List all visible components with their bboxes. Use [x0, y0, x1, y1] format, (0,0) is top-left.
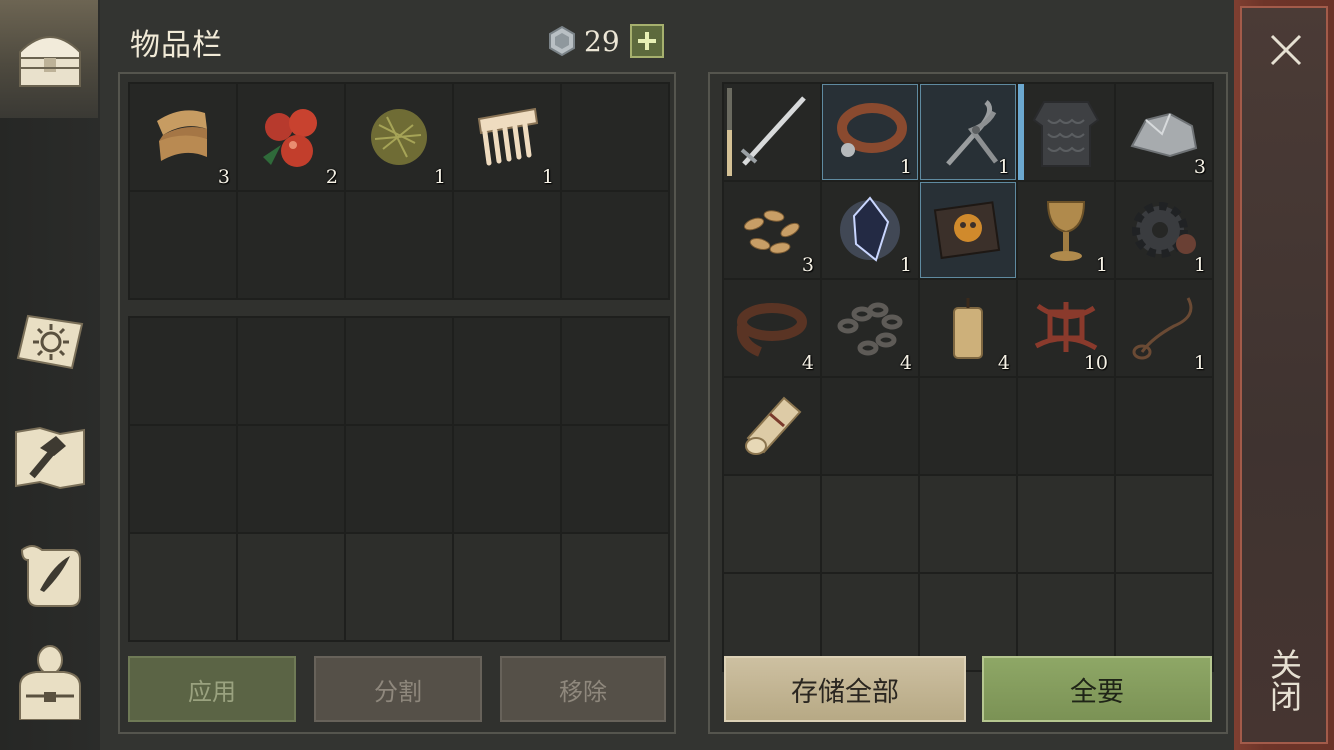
- empty-slot[interactable]: [1116, 378, 1212, 474]
- empty-slot[interactable]: [920, 378, 1016, 474]
- empty-slot[interactable]: [346, 534, 452, 640]
- storage-grid: 1 1 3 3 1 1 1 4 4 4 10 1: [722, 82, 1214, 672]
- empty-slot[interactable]: [724, 476, 820, 572]
- empty-slot[interactable]: [1018, 378, 1114, 474]
- close-button[interactable]: 关闭: [1262, 640, 1306, 720]
- empty-slot[interactable]: [822, 378, 918, 474]
- item-quantity: 1: [1193, 254, 1206, 276]
- currency-display: 29: [546, 22, 664, 60]
- empty-slot[interactable]: [562, 84, 668, 190]
- empty-slot[interactable]: [238, 534, 344, 640]
- empty-slot[interactable]: [562, 318, 668, 424]
- empty-slot[interactable]: [562, 192, 668, 298]
- empty-slot[interactable]: [562, 534, 668, 640]
- item-slot-gear[interactable]: 1: [1116, 182, 1212, 278]
- item-quantity: 3: [217, 166, 230, 188]
- item-slot-candle[interactable]: 4: [920, 280, 1016, 376]
- item-quantity: 1: [997, 156, 1010, 178]
- item-quantity: 1: [1095, 254, 1108, 276]
- item-slot-goblet[interactable]: 1: [1018, 182, 1114, 278]
- item-quantity: 3: [801, 254, 814, 276]
- split-button[interactable]: 分割: [314, 656, 482, 722]
- item-slot-seeds[interactable]: 3: [724, 182, 820, 278]
- item-slot-crystal[interactable]: 1: [822, 182, 918, 278]
- sun-book-icon: [16, 314, 84, 370]
- empty-slot[interactable]: [346, 318, 452, 424]
- item-slot-grass-ball[interactable]: 1: [346, 84, 452, 190]
- item-quantity: 1: [433, 166, 446, 188]
- remove-button[interactable]: 移除: [500, 656, 666, 722]
- apply-button[interactable]: 应用: [128, 656, 296, 722]
- rail-character-tab[interactable]: [10, 640, 90, 721]
- empty-slot[interactable]: [454, 318, 560, 424]
- close-sidebar-frame: [1240, 6, 1328, 744]
- close-sidebar: [1234, 0, 1334, 750]
- empty-slot[interactable]: [130, 426, 236, 532]
- store-all-button[interactable]: 存储全部: [724, 656, 966, 722]
- empty-slot[interactable]: [346, 426, 452, 532]
- empty-slot[interactable]: [454, 534, 560, 640]
- item-slot-berries[interactable]: 2: [238, 84, 344, 190]
- item-quantity: 10: [1083, 352, 1108, 374]
- empty-slot[interactable]: [822, 476, 918, 572]
- inventory-grid-bottom: [128, 316, 670, 642]
- rail-sun-book-tab[interactable]: [10, 302, 90, 382]
- empty-slot[interactable]: [562, 426, 668, 532]
- item-quantity: 1: [899, 156, 912, 178]
- left-nav-rail: [0, 0, 100, 750]
- empty-slot[interactable]: [1116, 476, 1212, 572]
- item-quantity: 3: [1193, 156, 1206, 178]
- item-slot-scale-armor[interactable]: [1018, 84, 1114, 180]
- item-slot-pliers[interactable]: 1: [920, 84, 1016, 180]
- rail-crafting-tab[interactable]: [10, 418, 90, 498]
- character-icon: [19, 645, 81, 721]
- scroll-quill-icon: [20, 545, 81, 607]
- item-slot-rope-knot[interactable]: 10: [1018, 280, 1114, 376]
- inventory-title: 物品栏: [130, 28, 223, 63]
- empty-slot[interactable]: [130, 318, 236, 424]
- inventory-grid-top: 3 2 1 1: [128, 82, 670, 300]
- empty-slot[interactable]: [130, 534, 236, 640]
- empty-slot[interactable]: [1018, 476, 1114, 572]
- add-currency-button[interactable]: [629, 24, 664, 58]
- item-slot-noose-rope[interactable]: 1: [1116, 280, 1212, 376]
- empty-slot[interactable]: [238, 318, 344, 424]
- item-quantity: 1: [1193, 352, 1206, 374]
- chest-icon: [19, 36, 81, 87]
- empty-slot[interactable]: [130, 192, 236, 298]
- currency-count: 29: [584, 24, 620, 58]
- item-slot-chain[interactable]: 4: [822, 280, 918, 376]
- item-slot-scroll[interactable]: [724, 378, 820, 474]
- item-quantity: 1: [541, 166, 554, 188]
- empty-slot[interactable]: [346, 192, 452, 298]
- empty-slot[interactable]: [238, 192, 344, 298]
- durability-bar: [727, 130, 732, 176]
- rail-chest-tab[interactable]: [10, 16, 90, 96]
- close-icon[interactable]: [1266, 30, 1306, 70]
- rail-journal-tab[interactable]: [10, 534, 90, 614]
- empty-slot[interactable]: [238, 426, 344, 532]
- empty-slot[interactable]: [920, 476, 1016, 572]
- item-slot-sword[interactable]: [724, 84, 820, 180]
- empty-slot[interactable]: [454, 426, 560, 532]
- item-slot-book[interactable]: [920, 182, 1016, 278]
- item-slot-cloth-scraps[interactable]: 3: [130, 84, 236, 190]
- hammer-map-icon: [15, 426, 85, 490]
- item-slot-leather-strip[interactable]: 4: [724, 280, 820, 376]
- item-slot-silver-ore[interactable]: 3: [1116, 84, 1212, 180]
- item-slot-comb[interactable]: 1: [454, 84, 560, 190]
- item-quantity: 2: [325, 166, 338, 188]
- item-quantity: 1: [899, 254, 912, 276]
- empty-slot[interactable]: [454, 192, 560, 298]
- silver-coin-icon: [549, 25, 575, 57]
- item-quantity: 4: [801, 352, 814, 374]
- item-quantity: 4: [899, 352, 912, 374]
- take-all-button[interactable]: 全要: [982, 656, 1212, 722]
- item-quantity: 4: [997, 352, 1010, 374]
- item-slot-collar[interactable]: 1: [822, 84, 918, 180]
